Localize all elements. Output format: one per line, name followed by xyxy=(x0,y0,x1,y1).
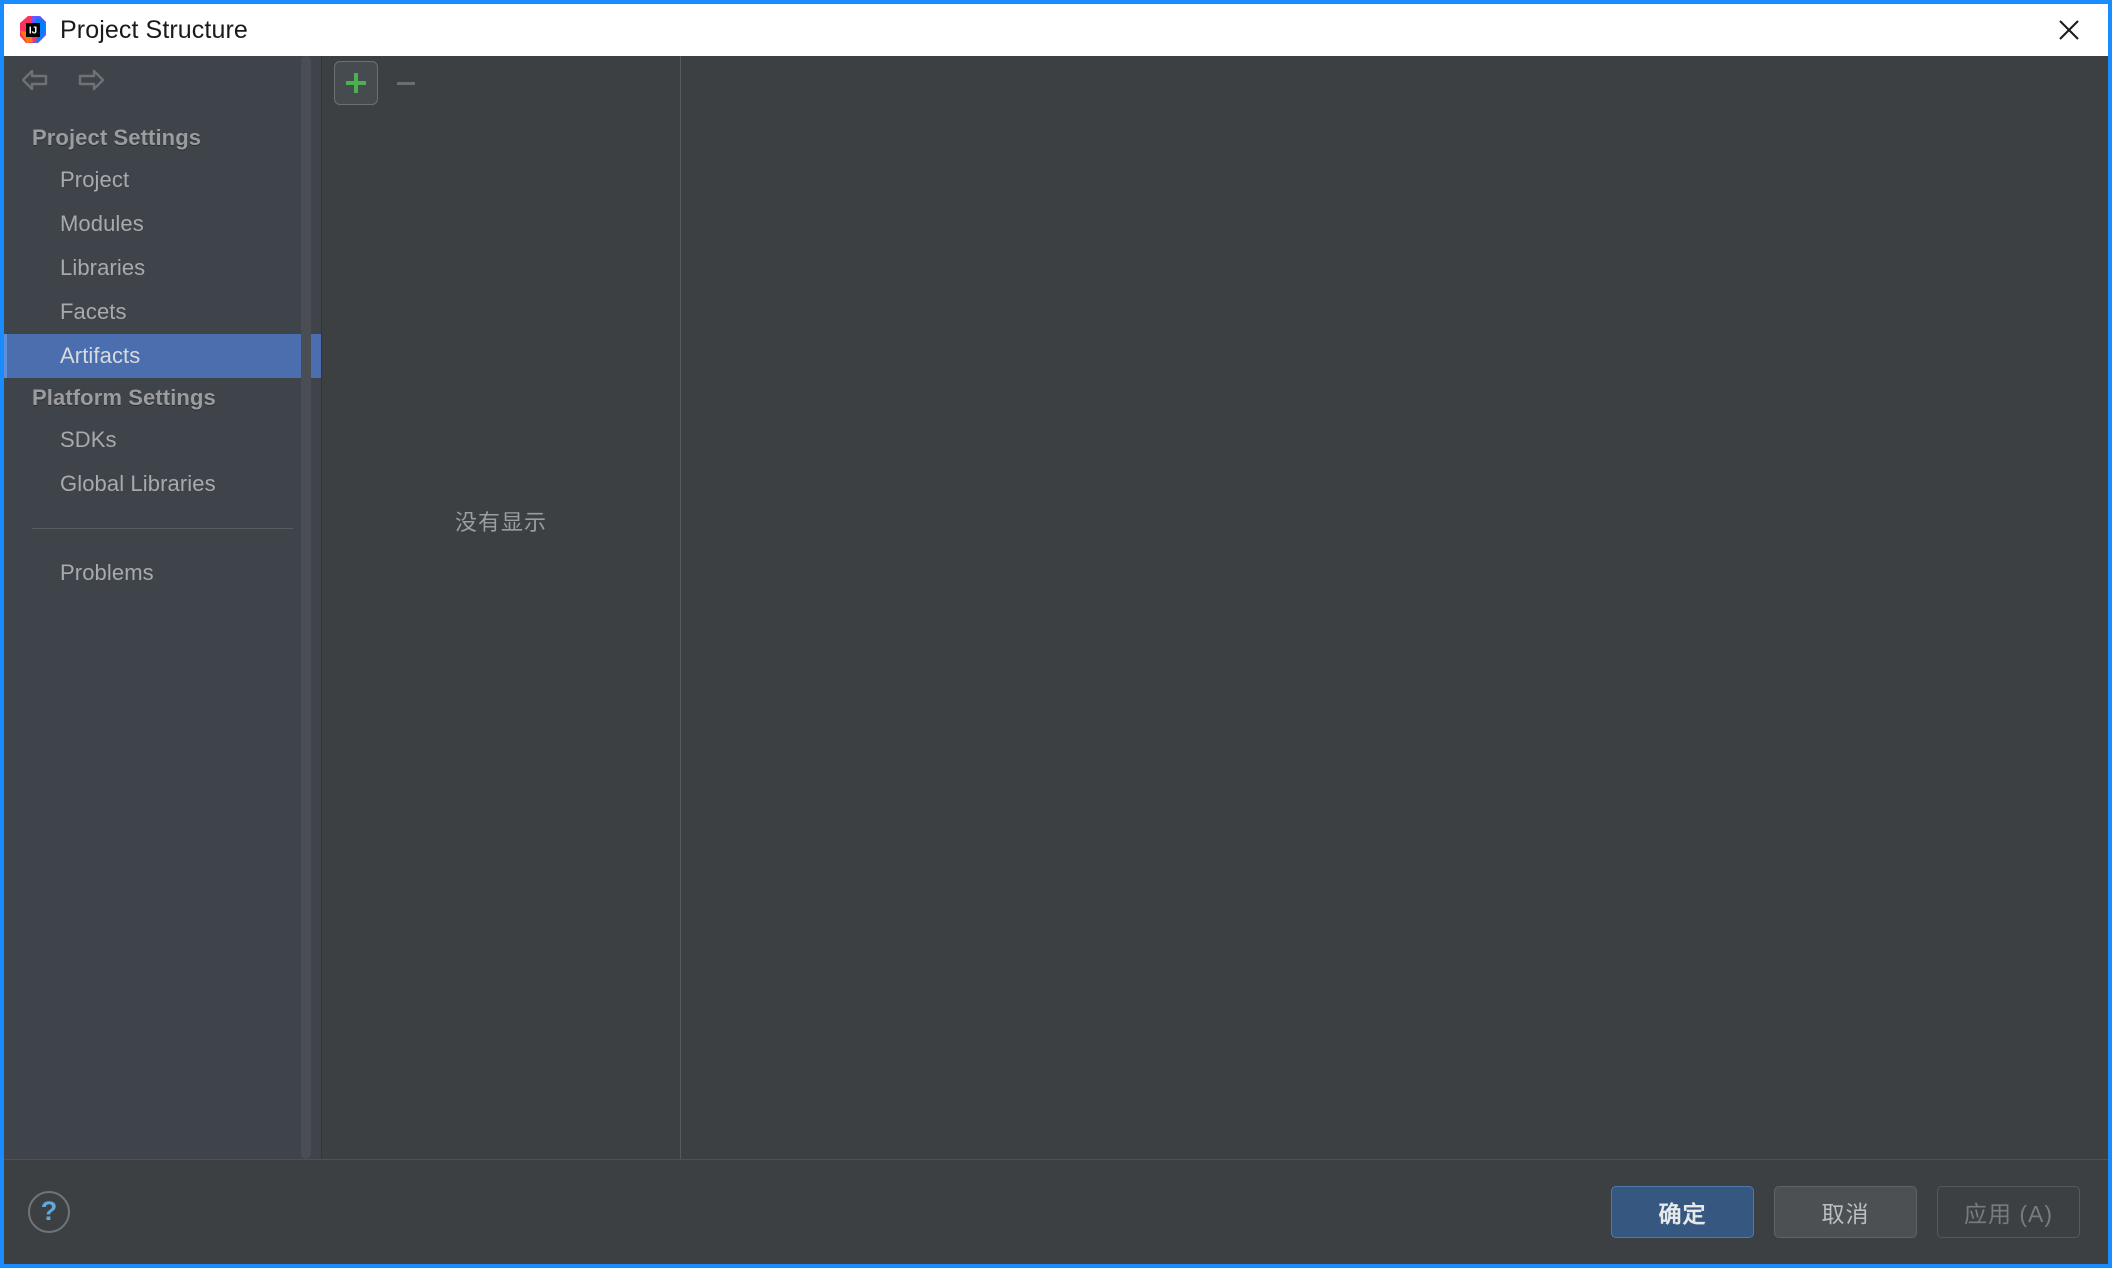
title-bar: IJ Project Structure xyxy=(4,4,2108,56)
cancel-button[interactable]: 取消 xyxy=(1774,1186,1917,1238)
remove-artifact-button[interactable] xyxy=(384,61,428,105)
dialog-body: Project Settings Project Modules Librari… xyxy=(4,56,2108,1159)
close-icon xyxy=(2059,20,2079,40)
sidebar-item-artifacts[interactable]: Artifacts xyxy=(4,334,321,378)
sidebar-divider xyxy=(32,528,293,529)
add-artifact-button[interactable] xyxy=(334,61,378,105)
sidebar-item-modules[interactable]: Modules xyxy=(4,202,321,246)
footer-button-group: 确定 取消 应用 (A) xyxy=(1611,1186,2080,1238)
intellij-idea-logo-icon: IJ xyxy=(18,15,48,45)
sidebar-scrollbar-thumb[interactable] xyxy=(301,56,311,1159)
sidebar-item-project[interactable]: Project xyxy=(4,158,321,202)
artifacts-empty-area: 没有显示 xyxy=(322,110,680,1159)
sidebar-group-project-settings: Project Settings xyxy=(32,125,202,150)
forward-button[interactable] xyxy=(76,67,106,93)
sidebar-item-facets[interactable]: Facets xyxy=(4,290,321,334)
ok-button[interactable]: 确定 xyxy=(1611,1186,1754,1238)
help-button[interactable]: ? xyxy=(28,1191,70,1233)
artifacts-toolbar xyxy=(322,56,680,110)
sidebar-item-problems[interactable]: Problems xyxy=(4,551,321,595)
sidebar-item-global-libraries[interactable]: Global Libraries xyxy=(4,462,321,506)
navigation-row xyxy=(4,56,321,104)
empty-state-message: 没有显示 xyxy=(454,510,547,535)
arrow-right-icon xyxy=(78,69,105,91)
dialog-footer: ? 确定 取消 应用 (A) xyxy=(4,1159,2108,1264)
plus-icon xyxy=(346,73,366,93)
sidebar-item-libraries[interactable]: Libraries xyxy=(4,246,321,290)
svg-text:IJ: IJ xyxy=(29,26,37,37)
window-title: Project Structure xyxy=(60,15,248,44)
arrow-left-icon xyxy=(21,69,48,91)
help-icon: ? xyxy=(40,1195,58,1226)
project-structure-dialog: IJ Project Structure Project Settings Pr… xyxy=(0,0,2112,1268)
apply-button[interactable]: 应用 (A) xyxy=(1937,1186,2080,1238)
artifacts-list-panel: 没有显示 xyxy=(322,56,681,1159)
sidebar-item-sdks[interactable]: SDKs xyxy=(4,418,321,462)
minus-icon xyxy=(397,82,415,85)
artifact-detail-panel xyxy=(681,56,2108,1159)
sidebar-group-platform-settings: Platform Settings xyxy=(32,385,216,410)
settings-sidebar: Project Settings Project Modules Librari… xyxy=(4,56,322,1159)
settings-tree: Project Settings Project Modules Librari… xyxy=(4,104,321,595)
sidebar-scrollbar[interactable] xyxy=(301,56,311,1159)
close-button[interactable] xyxy=(2030,4,2108,56)
back-button[interactable] xyxy=(20,67,50,93)
